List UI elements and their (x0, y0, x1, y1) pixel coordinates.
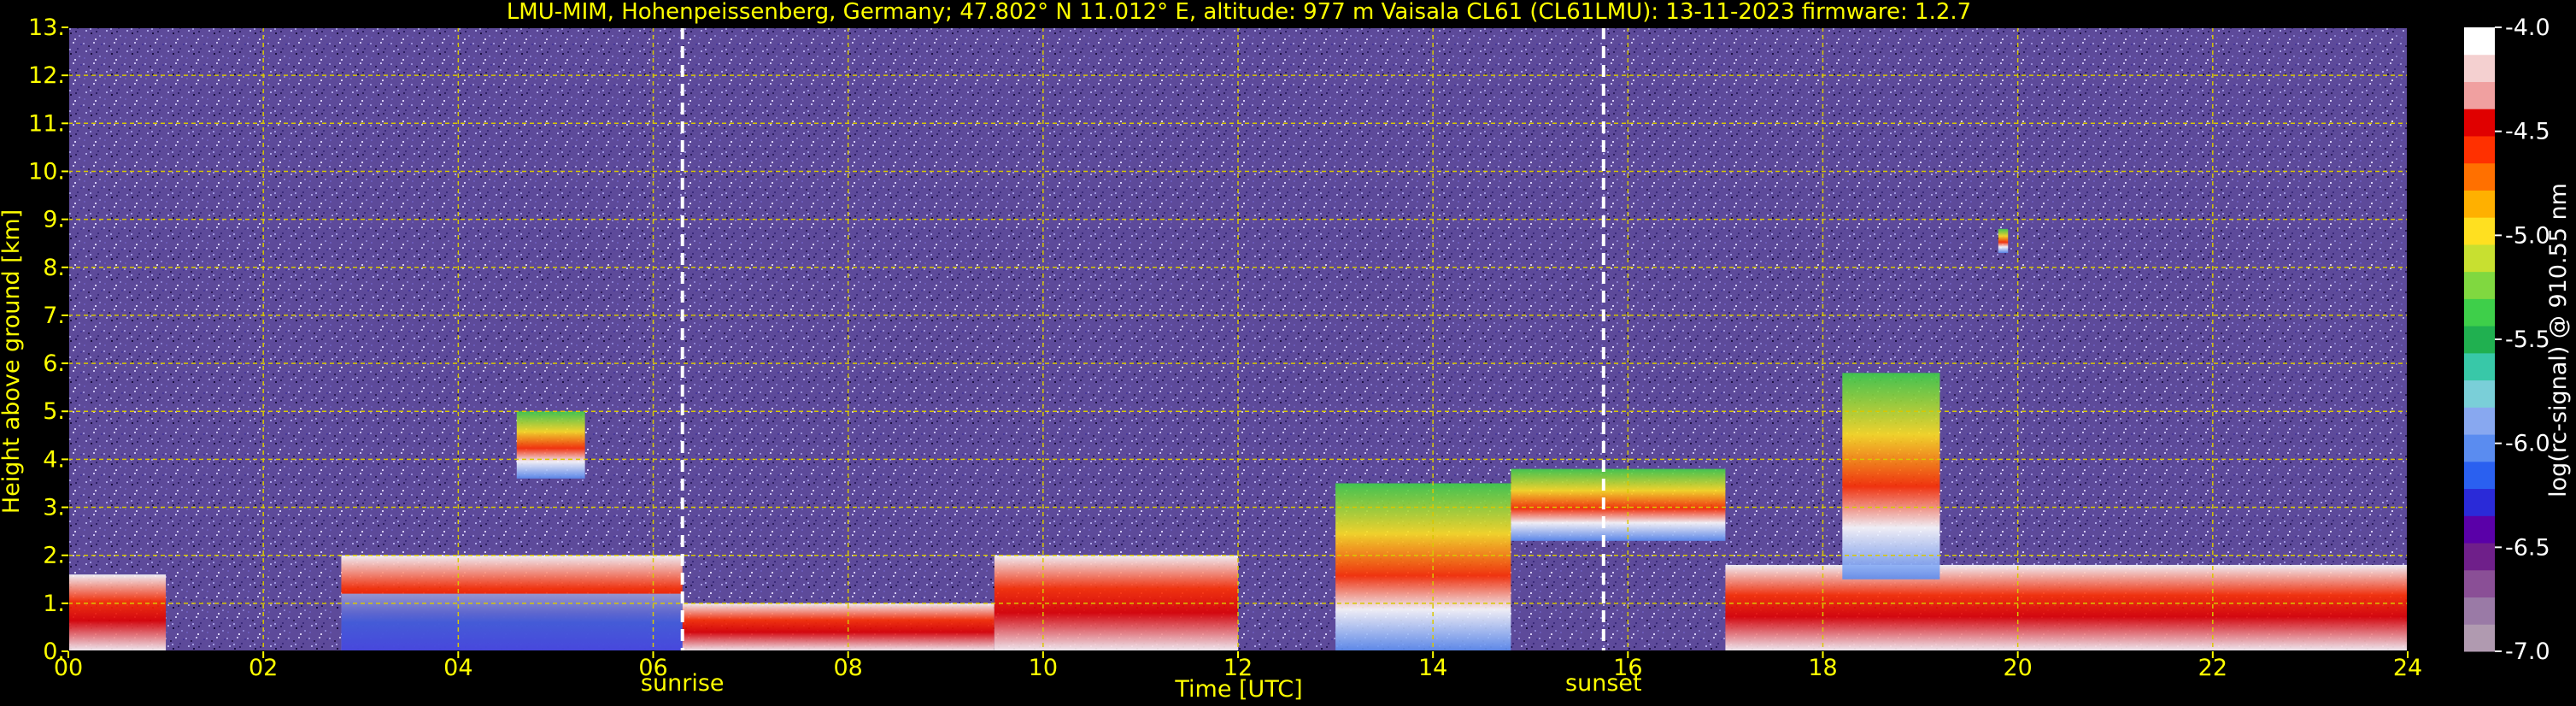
colorbar-tick-label-2: -5.0 (2505, 222, 2550, 249)
x-axis-label: Time [UTC] (1174, 676, 1302, 703)
colorbar-segment-18 (2464, 135, 2495, 164)
colorbar-segment-12 (2464, 298, 2495, 327)
cloud-region-5 (1335, 483, 1511, 651)
colorbar-tick-label-5: -6.5 (2505, 534, 2550, 561)
x-tick-label-7: 14 (1418, 655, 1447, 681)
colorbar-segment-14 (2464, 244, 2495, 273)
colorbar-segment-10 (2464, 352, 2495, 381)
x-tick-label-5: 10 (1029, 655, 1058, 681)
colorbar-tick-label-4: -6.0 (2505, 431, 2550, 457)
y-tick-label-11: 11. (28, 110, 65, 137)
chart-title: LMU-MIM, Hohenpeissenberg, Germany; 47.8… (507, 0, 1971, 25)
colorbar-segment-22 (2464, 27, 2495, 56)
cloud-region-9 (1998, 228, 2009, 253)
cloud-region-6 (1511, 468, 1726, 541)
colorbar-segment-7 (2464, 434, 2495, 462)
x-tick-label-10: 20 (2003, 655, 2032, 681)
colorbar-segment-6 (2464, 461, 2495, 490)
colorbar-segment-20 (2464, 81, 2495, 109)
x-tick-label-1: 02 (249, 655, 278, 681)
x-tick-label-9: 18 (1808, 655, 1837, 681)
colorbar-segment-11 (2464, 326, 2495, 354)
colorbar-segment-2 (2464, 569, 2495, 598)
colorbar-segment-5 (2464, 488, 2495, 516)
aerosol_layer-region-0 (68, 574, 167, 651)
colorbar-tick-label-0: -4.0 (2505, 15, 2550, 41)
colorbar-segment-13 (2464, 271, 2495, 299)
cloud-region-8 (1842, 373, 1940, 580)
y-tick-label-4: 4. (43, 446, 65, 473)
colorbar-segment-0 (2464, 624, 2495, 652)
x-tick-label-8: 16 (1613, 655, 1642, 681)
colorbar-segment-8 (2464, 407, 2495, 435)
colorbar-tick-label-3: -5.5 (2505, 327, 2550, 353)
colorbar-segment-17 (2464, 162, 2495, 191)
y-tick-label-10: 10. (28, 158, 65, 185)
y-tick-label-8: 8. (43, 255, 65, 281)
aerosol-region-shading (341, 593, 683, 651)
ceilometer-chart: sunrise sunset 00 02 04 06 08 10 12 14 16 18 20 22 24… (0, 0, 2572, 703)
colorbar: -4.0 -4.5 -5.0 -5.5 -6.0 -6.5 -7.0 (2464, 15, 2550, 665)
aerosol_layer-region-3 (682, 603, 995, 651)
y-tick-label-0: 0. (43, 638, 65, 665)
colorbar-segment-16 (2464, 190, 2495, 218)
y-tick-label-9: 9. (43, 207, 65, 233)
colorbar-segment-15 (2464, 217, 2495, 245)
y-tick-label-6: 6. (43, 350, 65, 377)
colorbar-label: log(rc-signal) @ 910.55 nm (2545, 183, 2572, 497)
x-tick-label-11: 22 (2198, 655, 2227, 681)
y-axis-label: Height above ground [km] (0, 209, 25, 514)
cloud-region-2 (516, 411, 585, 479)
aerosol_layer-region-7 (1725, 564, 2408, 651)
y-tick-label-12: 12. (28, 62, 65, 89)
colorbar-segment-4 (2464, 515, 2495, 544)
y-tick-label-3: 3. (43, 495, 65, 521)
x-tick-label-3: 06 (638, 655, 667, 681)
colorbar-segment-9 (2464, 379, 2495, 408)
x-tick-label-4: 08 (833, 655, 862, 681)
y-tick-label-2: 2. (43, 543, 65, 569)
colorbar-tick-label-6: -7.0 (2505, 638, 2550, 665)
colorbar-segment-1 (2464, 597, 2495, 625)
colorbar-segment-3 (2464, 543, 2495, 571)
y-tick-label-7: 7. (43, 303, 65, 329)
colorbar-segment-19 (2464, 109, 2495, 137)
y-tick-label-5: 5. (43, 398, 65, 425)
x-tick-label-2: 04 (443, 655, 472, 681)
colorbar-segment-21 (2464, 54, 2495, 82)
colorbar-tick-label-1: -4.5 (2505, 119, 2550, 145)
y-tick-label-13: 13. (28, 15, 65, 41)
x-tick-label-12: 24 (2393, 655, 2422, 681)
y-tick-label-1: 1. (43, 591, 65, 617)
